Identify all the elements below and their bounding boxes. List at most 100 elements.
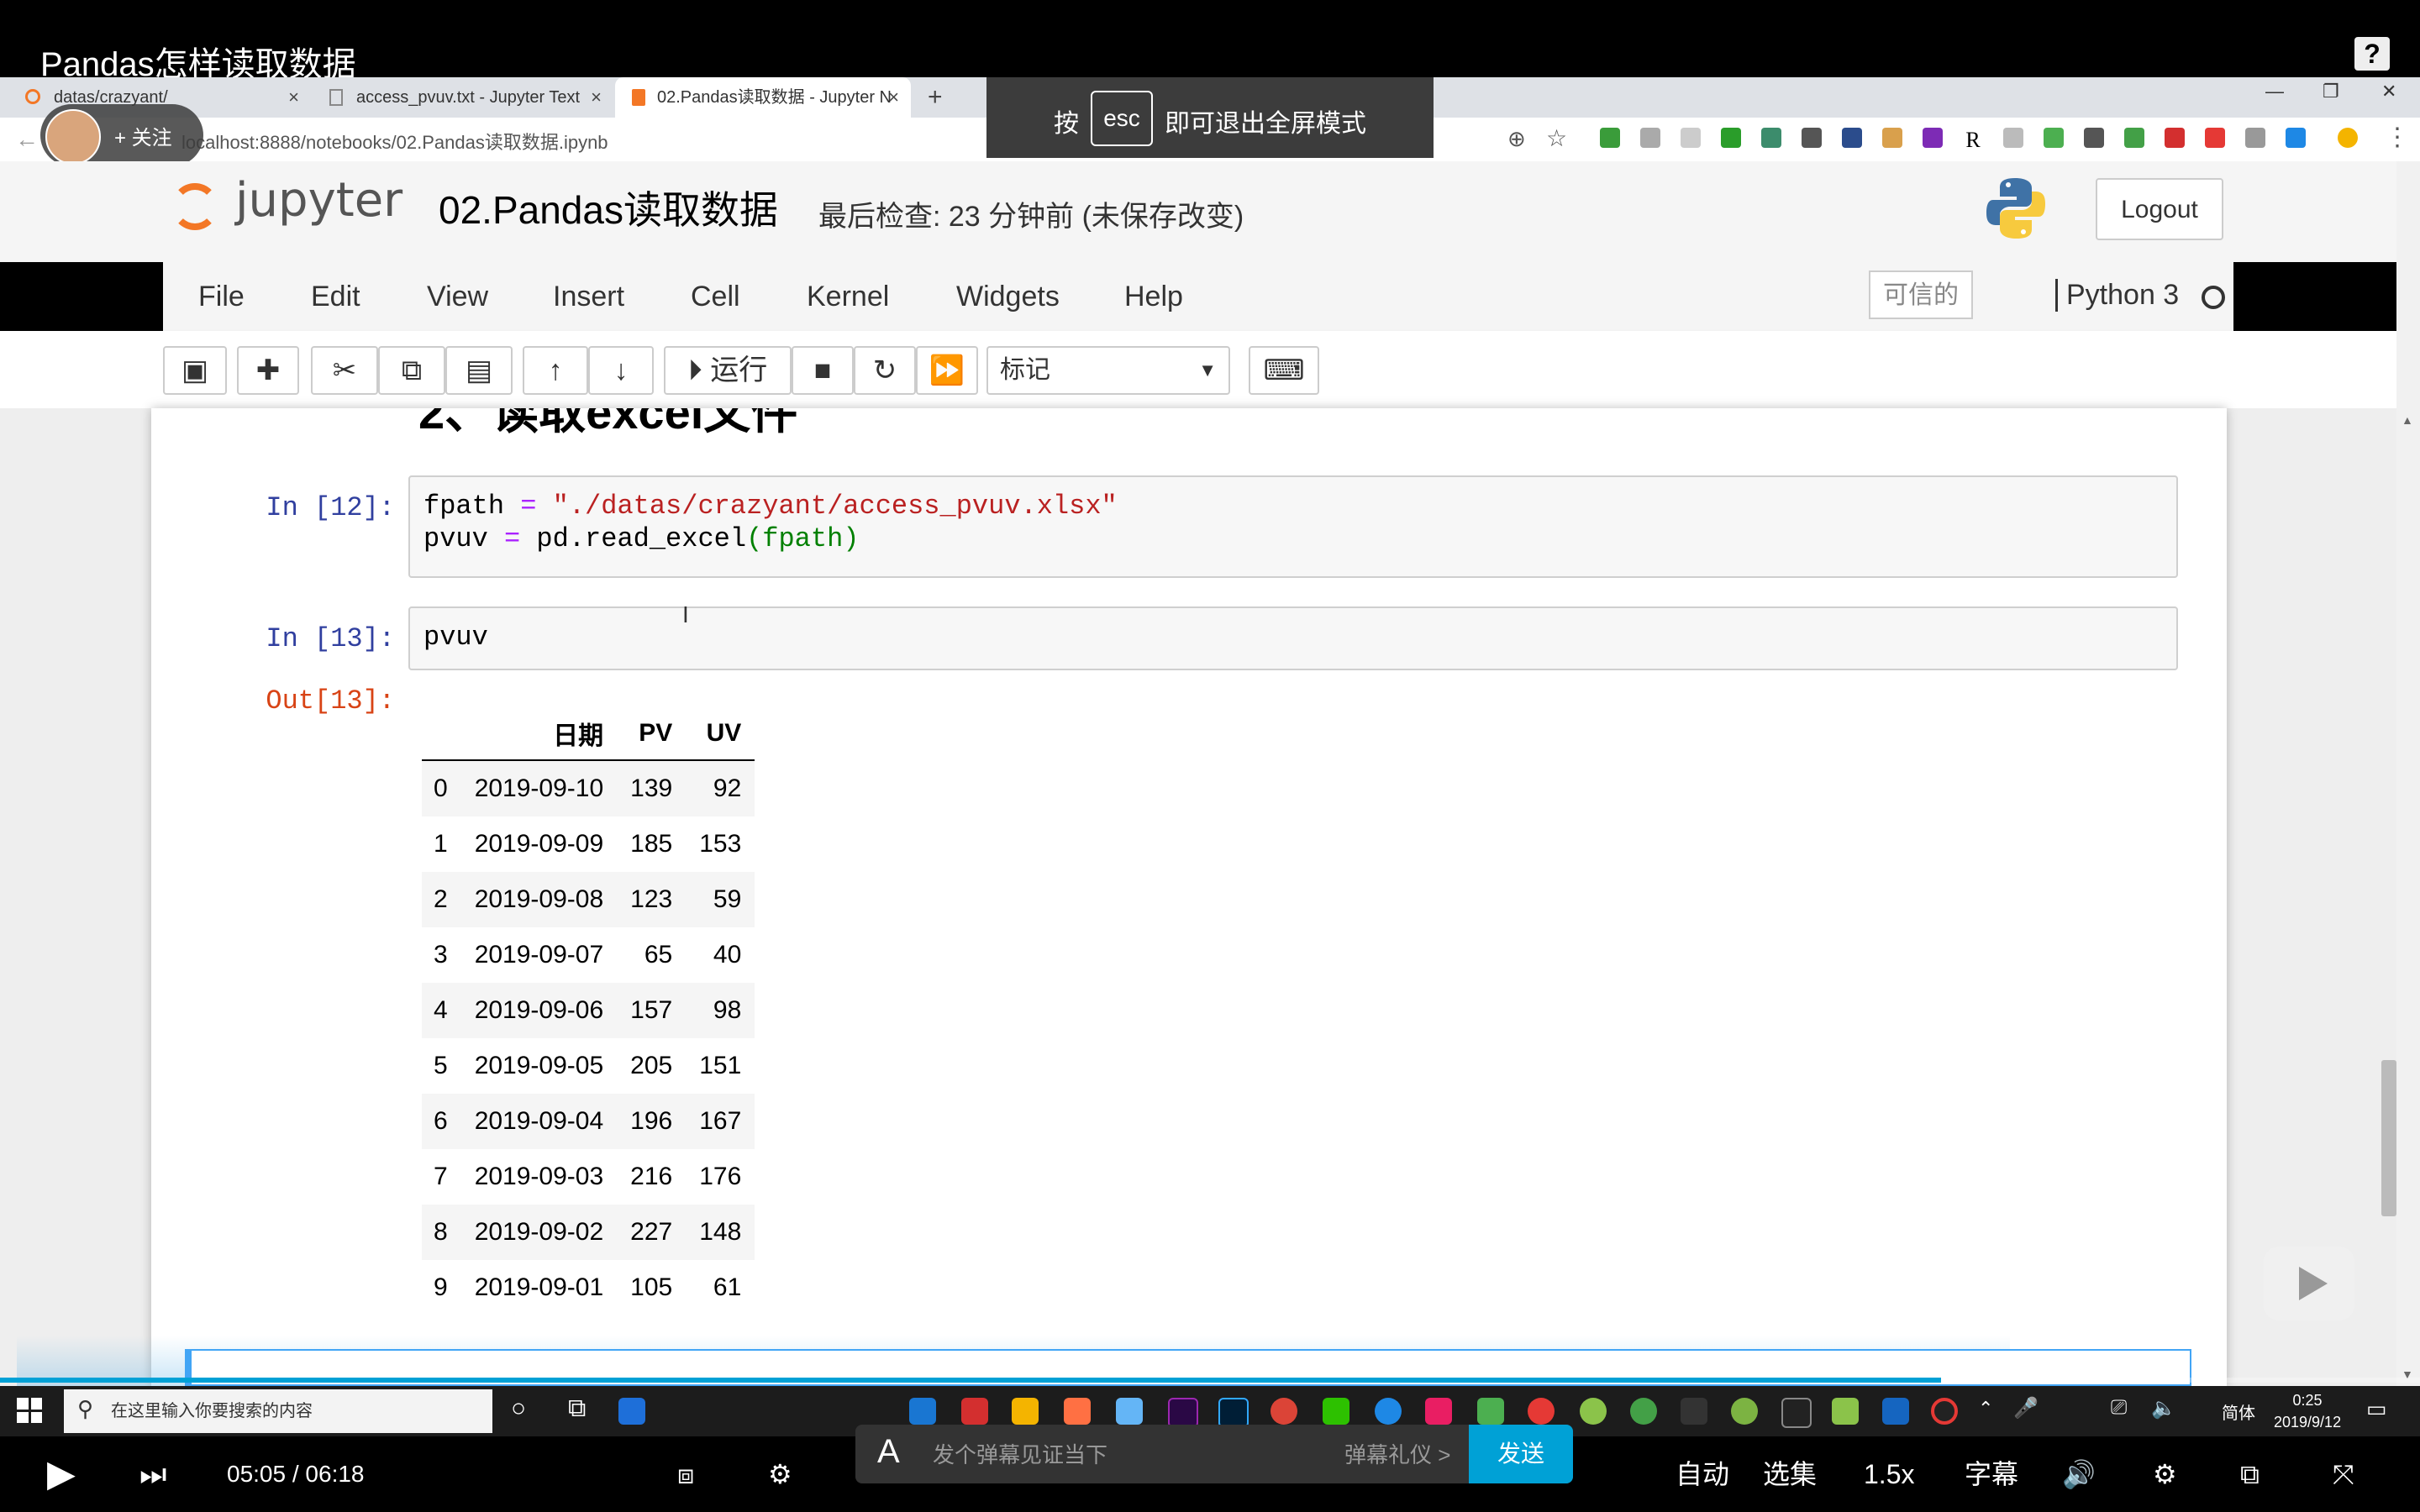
tray-chevron-icon[interactable]: ⌃ — [1978, 1398, 1993, 1420]
dollar-app-icon[interactable] — [1681, 1398, 1707, 1425]
move-down-button[interactable]: ↓ — [588, 346, 654, 395]
jupyter-logo-icon[interactable] — [171, 183, 218, 230]
360-icon[interactable] — [1630, 1398, 1657, 1425]
red-extension-icon[interactable] — [2165, 128, 2185, 148]
send-button[interactable]: 发送 — [1469, 1425, 1573, 1483]
scrollbar-thumb[interactable] — [2381, 1060, 2396, 1216]
play-button[interactable]: ▶ — [47, 1436, 76, 1512]
insert-cell-button[interactable]: ✚ — [237, 346, 299, 395]
uploader-avatar[interactable] — [45, 109, 101, 165]
shield-extension-icon[interactable] — [1640, 128, 1660, 148]
bookmark-star-icon[interactable]: ☆ — [1546, 124, 1567, 152]
menu-file[interactable]: File — [198, 281, 245, 313]
text-style-icon[interactable]: A — [877, 1433, 900, 1471]
subtitle-button[interactable]: 字幕 — [1965, 1436, 2018, 1512]
close-icon[interactable]: × — [288, 77, 299, 118]
pip-button[interactable]: ⧉ — [2240, 1436, 2260, 1512]
json-extension-icon[interactable] — [1681, 128, 1701, 148]
baidu-icon[interactable] — [1116, 1398, 1143, 1425]
adblock-extension-icon[interactable] — [2205, 128, 2225, 148]
maximize-button[interactable]: ❐ — [2323, 81, 2339, 102]
menu-kernel[interactable]: Kernel — [807, 281, 889, 313]
paste-button[interactable]: ▤ — [445, 346, 513, 395]
close-icon[interactable]: × — [591, 77, 602, 118]
globe-app-icon[interactable] — [1731, 1398, 1758, 1425]
taskbar-search-input[interactable]: 在这里输入你要搜索的内容 — [64, 1389, 492, 1433]
netease-icon[interactable] — [961, 1398, 988, 1425]
taskbar-clock[interactable]: 0:25 2019/9/12 — [2274, 1389, 2341, 1433]
notepad-icon[interactable] — [1832, 1398, 1859, 1425]
restart-run-all-button[interactable]: ⏩ — [916, 346, 978, 395]
command-palette-button[interactable]: ⌨ — [1249, 346, 1319, 395]
jupyter-logo-text[interactable]: jupyter — [235, 173, 402, 228]
mic-icon[interactable]: 🎤 — [2013, 1396, 2039, 1420]
url-text[interactable]: localhost:8888/notebooks/02.Pandas读取数据.i… — [182, 128, 608, 155]
danmaku-settings-button[interactable]: ⚙ — [768, 1436, 792, 1512]
task-view-icon[interactable]: ⧉ — [568, 1394, 586, 1423]
episodes-button[interactable]: 选集 — [1763, 1436, 1817, 1512]
danmaku-etiquette-link[interactable]: 弹幕礼仪 > — [1344, 1438, 1450, 1469]
r-extension-icon[interactable]: R — [1963, 128, 1983, 152]
ime-indicator[interactable]: 简体 — [2222, 1399, 2255, 1424]
interrupt-button[interactable]: ■ — [792, 346, 854, 395]
settings-button[interactable]: ⚙ — [2153, 1436, 2177, 1512]
menu-view[interactable]: View — [427, 281, 488, 313]
music-icon[interactable] — [1528, 1398, 1555, 1425]
code-cell[interactable]: pvuv — [408, 606, 2178, 670]
selenium-extension-icon[interactable] — [2084, 128, 2104, 148]
code-cell[interactable]: fpath = "./datas/crazyant/access_pvuv.xl… — [408, 475, 2178, 578]
zoom-icon[interactable]: ⊕ — [1507, 126, 1526, 152]
play-overlay-button[interactable] — [2264, 1247, 2354, 1320]
reader-extension-icon[interactable] — [2003, 128, 2023, 148]
new-tab-button[interactable]: + — [928, 77, 943, 118]
help-icon[interactable]: ? — [2354, 37, 2390, 71]
scroll-up-icon[interactable]: ▲ — [2402, 413, 2413, 427]
k-app-icon[interactable] — [1375, 1398, 1402, 1425]
tab-access-pvuv[interactable]: access_pvuv.txt - Jupyter Text × — [314, 77, 613, 118]
copy-button[interactable]: ⧉ — [378, 346, 445, 395]
monitor-extension-icon[interactable] — [1842, 128, 1862, 148]
quality-button[interactable]: 自动 — [1676, 1436, 1729, 1512]
chrome-menu-icon[interactable]: ⋮ — [2385, 123, 2410, 152]
purple-extension-icon[interactable] — [1923, 128, 1943, 148]
back-icon[interactable]: ← — [15, 126, 39, 153]
cookie-extension-icon[interactable] — [1882, 128, 1902, 148]
move-up-button[interactable]: ↑ — [523, 346, 588, 395]
recycle-extension-icon[interactable] — [1761, 128, 1781, 148]
green-square-extension-icon[interactable] — [1721, 128, 1741, 148]
photoshop-icon[interactable] — [1218, 1398, 1249, 1428]
notification-icon[interactable]: ▭ — [2366, 1396, 2387, 1422]
restart-button[interactable]: ↻ — [854, 346, 916, 395]
firefox-icon[interactable] — [1064, 1398, 1091, 1425]
danmaku-toggle-button[interactable]: ⧈ — [677, 1436, 694, 1512]
m-extension-icon[interactable] — [1802, 128, 1822, 148]
menu-help[interactable]: Help — [1124, 281, 1183, 313]
wechat-icon[interactable] — [1323, 1398, 1349, 1425]
evernote-extension-icon[interactable] — [1600, 128, 1620, 148]
menu-insert[interactable]: Insert — [553, 281, 624, 313]
menu-cell[interactable]: Cell — [691, 281, 740, 313]
cut-button[interactable]: ✂ — [311, 346, 378, 395]
follow-badge[interactable]: + 关注 — [40, 104, 203, 166]
k-extension-icon[interactable] — [2124, 128, 2144, 148]
minimize-button[interactable]: — — [2265, 81, 2284, 102]
volume-tray-icon[interactable]: 🔈 — [2151, 1396, 2176, 1420]
trusted-indicator[interactable]: 可信的 — [1869, 270, 1973, 319]
logout-button[interactable]: Logout — [2096, 178, 2223, 240]
next-button[interactable]: ⏭ — [139, 1436, 166, 1512]
fullscreen-exit-button[interactable]: ⤧ — [2333, 1436, 2354, 1512]
font-extension-icon[interactable] — [2245, 128, 2265, 148]
volume-button[interactable]: 🔊 — [2062, 1436, 2096, 1512]
edge-icon[interactable] — [909, 1398, 936, 1425]
record-icon[interactable] — [1931, 1398, 1958, 1425]
menu-widgets[interactable]: Widgets — [956, 281, 1060, 313]
close-icon[interactable]: × — [888, 77, 899, 118]
speed-button[interactable]: 1.5x — [1864, 1436, 1914, 1512]
wps-icon[interactable] — [1882, 1398, 1909, 1425]
notebook-name[interactable]: 02.Pandas读取数据 — [439, 180, 778, 235]
tab-pandas-notebook[interactable]: 02.Pandas读取数据 - Jupyter N × — [615, 77, 911, 118]
terminal-icon[interactable] — [1781, 1398, 1812, 1428]
windows-start-icon[interactable] — [17, 1398, 42, 1423]
translate-extension-icon[interactable] — [2286, 128, 2306, 148]
run-button[interactable]: ⏵ 运行 — [664, 346, 792, 395]
